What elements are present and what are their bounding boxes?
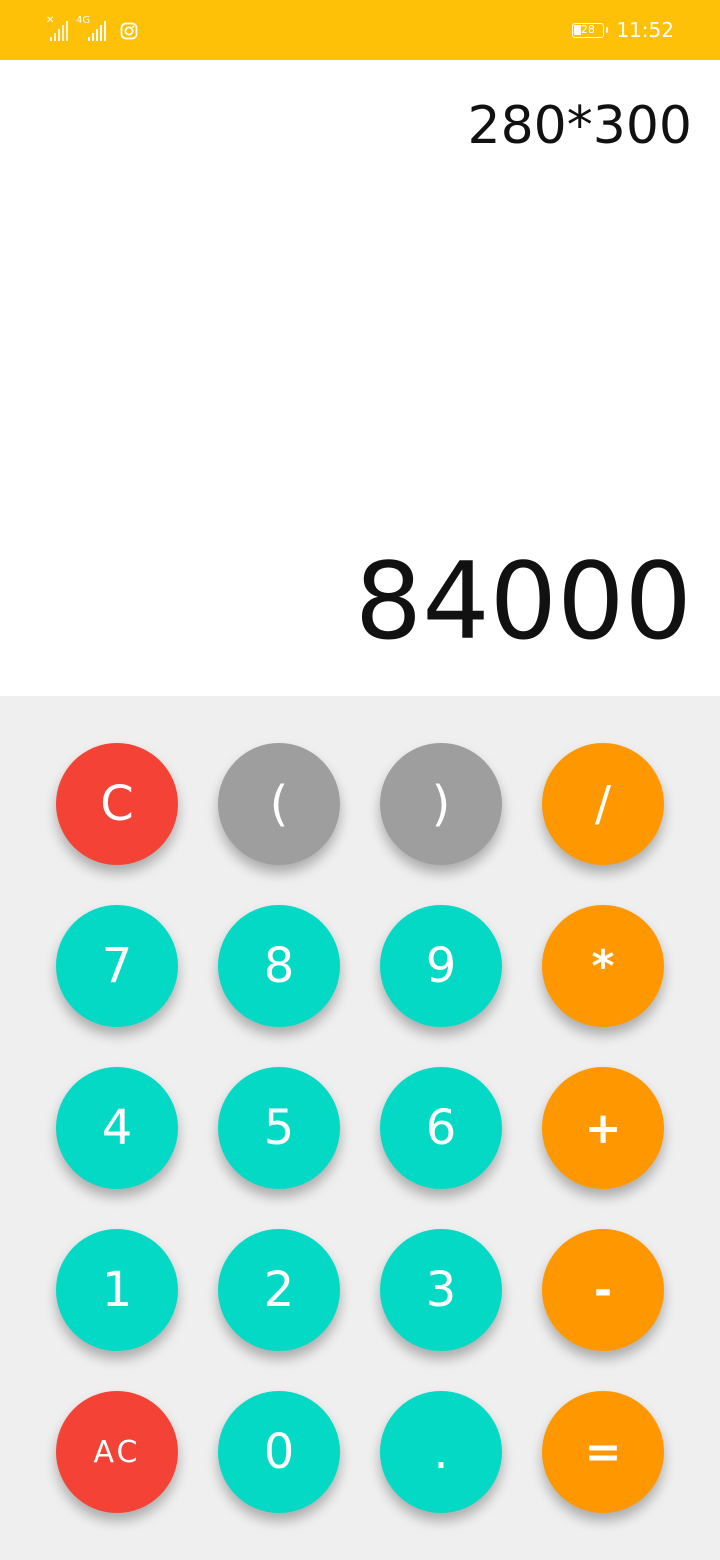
- digit-1-button[interactable]: 1: [56, 1229, 178, 1351]
- battery-level: 28: [580, 22, 595, 36]
- sim2-signal-icon: 4G: [76, 16, 110, 42]
- equals-button[interactable]: =: [542, 1391, 664, 1513]
- digit-4-button[interactable]: 4: [56, 1067, 178, 1189]
- decimal-point-button[interactable]: .: [380, 1391, 502, 1513]
- open-paren-button[interactable]: (: [218, 743, 340, 865]
- clock: 11:52: [616, 18, 674, 42]
- status-icons-left: ✕ 4G: [46, 16, 138, 42]
- keypad: C ( ) / 7 8 9 * 4 5 6 + 1 2 3 - AC 0 . =: [0, 696, 720, 1560]
- plus-button[interactable]: +: [542, 1067, 664, 1189]
- calculator-display: 280*300 84000: [0, 60, 720, 696]
- status-bar: ✕ 4G 28 11:52: [0, 0, 720, 60]
- digit-5-button[interactable]: 5: [218, 1067, 340, 1189]
- all-clear-button[interactable]: AC: [56, 1391, 178, 1513]
- close-paren-button[interactable]: ): [380, 743, 502, 865]
- minus-button[interactable]: -: [542, 1229, 664, 1351]
- clear-button[interactable]: C: [56, 743, 178, 865]
- digit-2-button[interactable]: 2: [218, 1229, 340, 1351]
- instagram-icon: [120, 22, 138, 40]
- battery-icon: 28: [572, 22, 609, 38]
- sim1-no-service-icon: ✕: [46, 16, 68, 42]
- digit-7-button[interactable]: 7: [56, 905, 178, 1027]
- digit-8-button[interactable]: 8: [218, 905, 340, 1027]
- result-text: 84000: [354, 540, 692, 663]
- digit-9-button[interactable]: 9: [380, 905, 502, 1027]
- digit-3-button[interactable]: 3: [380, 1229, 502, 1351]
- digit-0-button[interactable]: 0: [218, 1391, 340, 1513]
- status-icons-right: 28 11:52: [572, 18, 674, 42]
- multiply-button[interactable]: *: [542, 905, 664, 1027]
- divide-button[interactable]: /: [542, 743, 664, 865]
- expression-text: 280*300: [467, 96, 692, 156]
- digit-6-button[interactable]: 6: [380, 1067, 502, 1189]
